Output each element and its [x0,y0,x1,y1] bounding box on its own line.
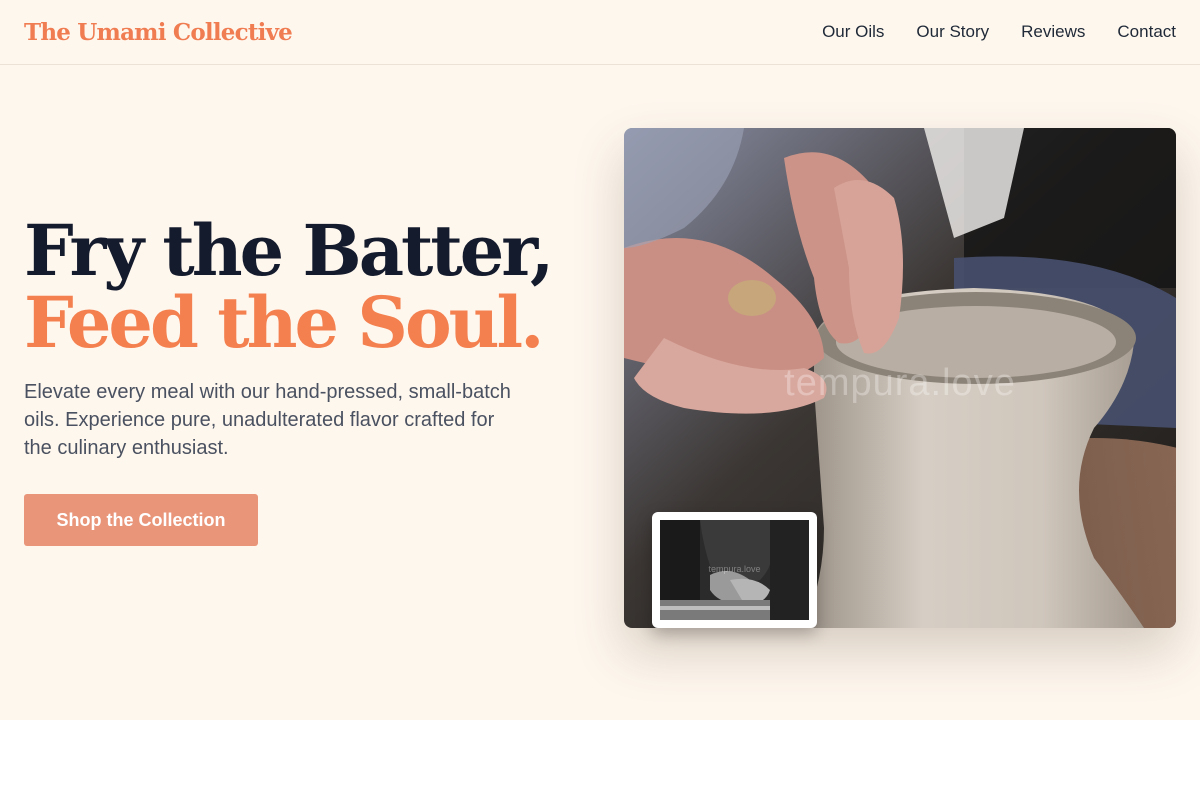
nav-link-contact[interactable]: Contact [1117,22,1176,42]
main-nav: Our Oils Our Story Reviews Contact [822,22,1176,42]
headline-line-2: Feed the Soul. [24,281,545,364]
hero-headline: Fry the Batter, Feed the Soul. [24,209,554,364]
brand-logo[interactable]: The Umami Collective [24,19,293,46]
image-watermark: tempura.love [784,362,1016,404]
hero-subtext: Elevate every meal with our hand-pressed… [24,381,511,459]
hero-section: Fry the Batter, Feed the Soul. Elevate e… [0,65,1200,720]
shop-collection-button[interactable]: Shop the Collection [24,494,258,546]
nav-link-our-story[interactable]: Our Story [916,22,989,42]
thumbnail-image-hands: tempura.love [660,520,809,620]
nav-link-reviews[interactable]: Reviews [1021,22,1085,42]
thumbnail-watermark: tempura.love [708,564,761,574]
site-header: The Umami Collective Our Oils Our Story … [0,0,1200,65]
headline-line-1: Fry the Batter, [24,209,554,292]
thumbnail-image-card[interactable]: tempura.love [652,512,817,628]
nav-link-our-oils[interactable]: Our Oils [822,22,884,42]
